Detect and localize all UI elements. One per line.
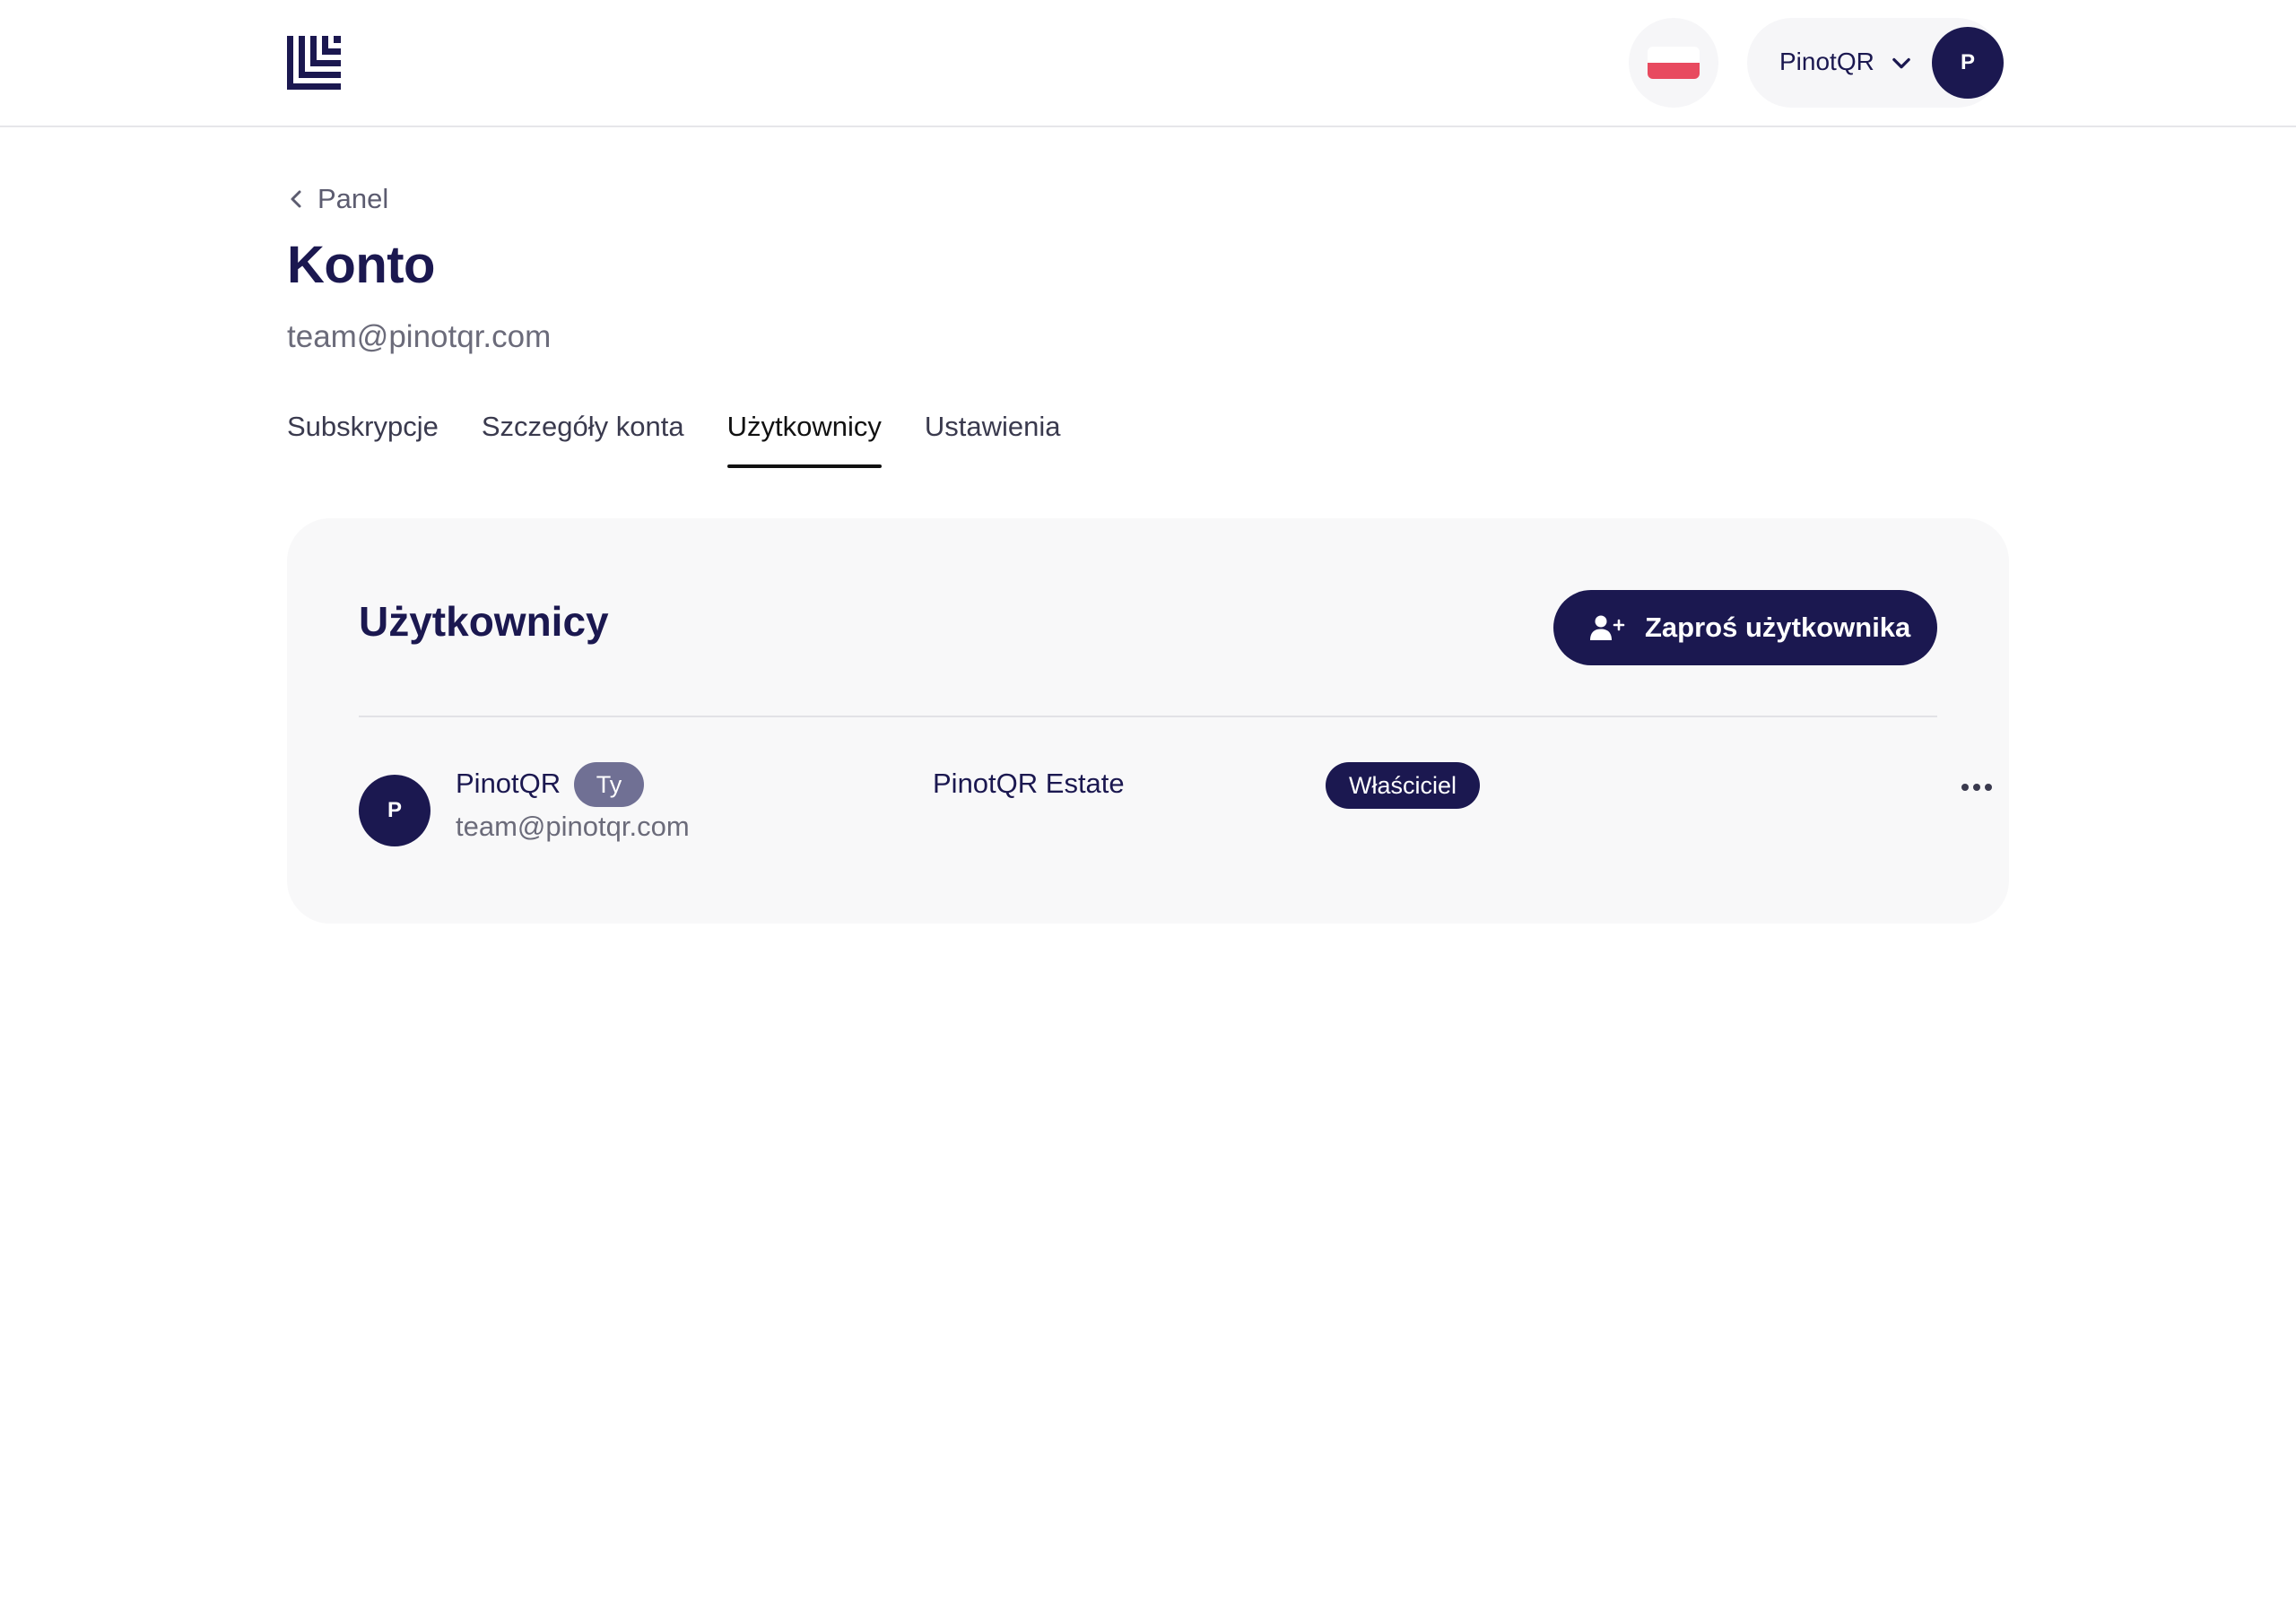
invite-user-label: Zaproś użytkownika: [1645, 612, 1911, 643]
back-link[interactable]: Panel: [287, 183, 388, 215]
brand-logo-icon[interactable]: [287, 36, 341, 90]
language-switcher-button[interactable]: [1629, 18, 1718, 108]
tab-account-details[interactable]: Szczegóły konta: [482, 411, 684, 468]
more-options-icon[interactable]: [1955, 771, 1998, 803]
users-card: Użytkownicy Zaproś użytkownika P PinotQR…: [287, 518, 2009, 924]
tab-subscriptions[interactable]: Subskrypcje: [287, 411, 439, 468]
top-navigation-bar: PinotQR P: [0, 0, 2296, 127]
poland-flag-icon: [1648, 47, 1700, 79]
role-badge: Właściciel: [1326, 762, 1481, 809]
chevron-left-icon: [291, 190, 301, 208]
tab-users[interactable]: Użytkownicy: [726, 411, 883, 468]
invite-user-button[interactable]: Zaproś użytkownika: [1553, 590, 1937, 665]
user-email: team@pinotqr.com: [456, 811, 690, 842]
user-organization: PinotQR Estate: [933, 768, 1125, 799]
account-menu-button[interactable]: PinotQR P: [1747, 18, 2004, 108]
add-user-icon: [1590, 615, 1625, 640]
user-name: PinotQR: [456, 768, 561, 799]
back-link-label: Panel: [317, 183, 389, 214]
avatar: P: [1932, 27, 2004, 99]
chevron-down-icon: [1892, 57, 1910, 69]
table-row: P PinotQR Ty team@pinotqr.com PinotQR Es…: [359, 762, 1992, 854]
divider: [359, 716, 1937, 717]
you-badge: Ty: [574, 762, 644, 807]
account-tabs: Subskrypcje Szczegóły konta Użytkownicy …: [287, 411, 1103, 468]
page-title: Konto: [287, 236, 436, 294]
avatar: P: [359, 775, 430, 846]
account-name: PinotQR: [1779, 48, 1874, 75]
account-email: team@pinotqr.com: [287, 319, 552, 354]
users-card-title: Użytkownicy: [359, 598, 609, 645]
tab-settings[interactable]: Ustawienia: [925, 411, 1061, 468]
